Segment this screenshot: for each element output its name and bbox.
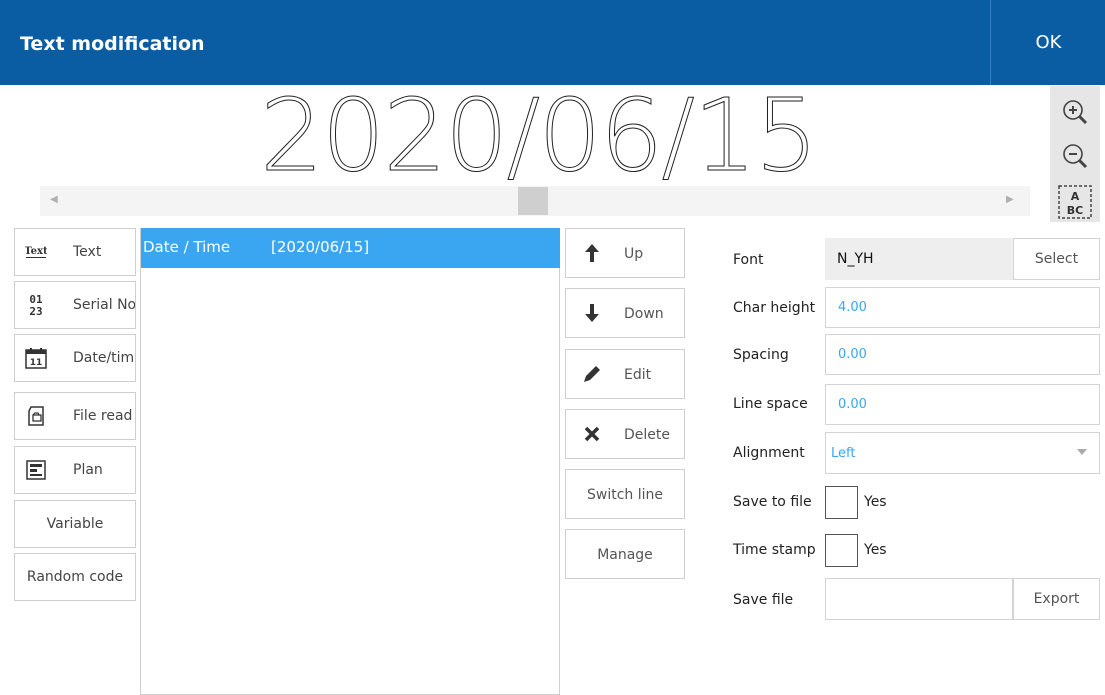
move-down-label: Down [624,306,664,322]
arrow-up-icon [582,243,602,263]
add-serial-number-label: Serial No. [73,297,136,313]
time-stamp-option: Yes [864,542,887,558]
add-variable-button[interactable]: Variable [14,500,136,548]
alignment-select[interactable]: Left [825,432,1100,474]
add-plan-button[interactable]: Plan [14,446,136,494]
text-icon: Text [25,241,47,263]
add-date-time-button[interactable]: 11 Date/time [14,334,136,382]
save-file-label: Save file [733,592,794,608]
horizontal-scrollbar[interactable]: ◀ ▶ [40,186,1030,216]
add-file-read-label: File read [73,408,133,424]
chevron-down-icon [1077,449,1087,455]
add-variable-label: Variable [46,516,104,532]
content-list[interactable]: Date / Time [2020/06/15] [140,228,560,695]
scrollbar-thumb[interactable] [518,187,548,215]
delete-button[interactable]: Delete [565,409,685,459]
spacing-label: Spacing [733,347,789,363]
add-file-read-button[interactable]: File read [14,392,136,440]
ok-button[interactable]: OK [990,0,1105,85]
char-height-input[interactable]: 4.00 [825,287,1100,328]
zoom-panel: A BC [1050,86,1100,222]
font-value: N_YH [837,251,874,267]
plan-icon [25,459,47,481]
scroll-left-icon[interactable]: ◀ [50,194,58,205]
file-icon [25,405,47,427]
alignment-label: Alignment [733,445,805,461]
manage-button[interactable]: Manage [565,529,685,579]
pencil-icon [582,364,602,384]
add-text-button[interactable]: Text Text [14,228,136,276]
move-down-button[interactable]: Down [565,288,685,338]
spacing-input[interactable]: 0.00 [825,334,1100,375]
line-space-value: 0.00 [838,397,867,412]
spacing-value: 0.00 [838,347,867,362]
save-to-file-option: Yes [864,494,887,510]
edit-button[interactable]: Edit [565,349,685,399]
switch-line-label: Switch line [586,487,663,503]
list-item-value: [2020/06/15] [271,238,370,256]
char-height-value: 4.00 [838,300,867,315]
svg-text:Text: Text [25,246,47,257]
move-up-label: Up [624,246,644,262]
delete-label: Delete [624,427,670,443]
line-space-label: Line space [733,396,808,412]
move-up-button[interactable]: Up [565,228,685,278]
save-to-file-checkbox[interactable] [825,486,858,519]
delete-x-icon [582,424,602,444]
list-item-type: Date / Time [143,238,231,256]
time-stamp-checkbox[interactable] [825,534,858,567]
serial-number-icon: 01 23 [25,293,47,317]
calendar-icon: 11 [25,347,47,369]
switch-line-button[interactable]: Switch line [565,469,685,519]
save-file-input[interactable] [825,578,1013,620]
arrow-down-icon [582,303,602,323]
fit-text-icon[interactable]: A BC [1055,184,1095,220]
zoom-out-icon[interactable] [1055,138,1095,174]
edit-label: Edit [624,367,652,383]
select-font-button[interactable]: Select [1013,238,1100,280]
time-stamp-label: Time stamp [733,542,816,558]
svg-text:11: 11 [30,358,43,368]
add-random-code-button[interactable]: Random code [14,553,136,601]
manage-label: Manage [597,547,653,563]
alignment-value: Left [831,446,856,461]
font-label: Font [733,252,764,268]
save-to-file-label: Save to file [733,494,812,510]
scroll-right-icon[interactable]: ▶ [1006,194,1014,205]
text-preview: 2020/06/15 [260,77,819,194]
line-space-input[interactable]: 0.00 [825,384,1100,425]
font-field: N_YH [825,238,1013,280]
svg-text:BC: BC [1067,204,1083,217]
add-random-code-label: Random code [26,569,124,585]
list-item[interactable]: Date / Time [2020/06/15] [141,228,560,268]
svg-text:A: A [1071,190,1080,203]
char-height-label: Char height [733,300,816,316]
window-title: Text modification [20,33,205,55]
add-plan-label: Plan [73,462,103,478]
add-date-time-label: Date/time [73,350,136,366]
zoom-in-icon[interactable] [1055,94,1095,130]
export-button[interactable]: Export [1013,578,1100,620]
add-serial-number-button[interactable]: 01 23 Serial No. [14,281,136,329]
header-bar: Text modification OK [0,0,1105,85]
add-text-label: Text [73,244,102,260]
svg-text:23: 23 [29,305,42,317]
